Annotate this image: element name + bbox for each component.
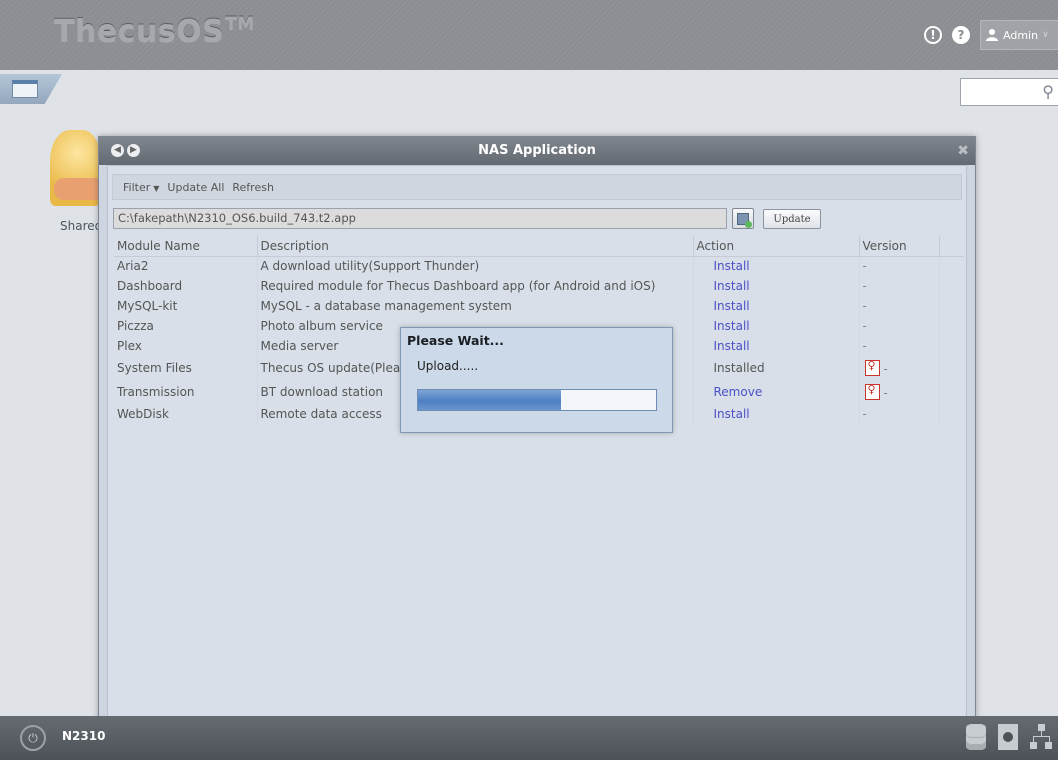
forward-icon[interactable]: ▶ bbox=[127, 144, 140, 157]
installed-status: Installed bbox=[692, 356, 859, 380]
table-row[interactable]: Aria2 A download utility(Support Thunder… bbox=[114, 256, 964, 276]
user-icon bbox=[986, 29, 998, 41]
update-button[interactable]: Update bbox=[763, 209, 821, 229]
brand-logo: ThecusOSTM bbox=[54, 14, 255, 49]
toolbar: Filter ▼ Update All Refresh bbox=[112, 174, 962, 200]
back-icon[interactable]: ◀ bbox=[111, 144, 124, 157]
col-version[interactable]: Version bbox=[858, 236, 939, 257]
user-name: Admin bbox=[1003, 28, 1039, 42]
row-spacer bbox=[938, 356, 964, 380]
install-link[interactable]: Install bbox=[692, 276, 859, 296]
desktop-tab[interactable] bbox=[0, 74, 62, 104]
user-menu[interactable]: Admin ∨ bbox=[980, 20, 1058, 50]
module-name: WebDisk bbox=[117, 407, 169, 421]
upload-progress-bar bbox=[417, 389, 657, 411]
power-icon[interactable]: ⏻ bbox=[20, 725, 46, 751]
please-wait-dialog: Please Wait... Upload..... bbox=[400, 327, 673, 433]
col-action[interactable]: Action bbox=[692, 236, 859, 257]
row-spacer bbox=[938, 296, 964, 316]
module-version-cell: - bbox=[858, 356, 939, 380]
network-icon[interactable] bbox=[1030, 724, 1052, 750]
module-version: - bbox=[858, 256, 939, 276]
system-tray bbox=[966, 724, 1052, 750]
module-name: Aria2 bbox=[117, 259, 149, 274]
module-name: System Files bbox=[117, 361, 192, 375]
help-icon[interactable]: ? bbox=[952, 26, 970, 44]
update-all-button[interactable]: Update All bbox=[167, 181, 224, 194]
refresh-button[interactable]: Refresh bbox=[232, 181, 274, 194]
module-name: MySQL-kit bbox=[117, 299, 178, 313]
desktop-search[interactable]: ⚲ bbox=[960, 78, 1058, 106]
device-name: N2310 bbox=[62, 729, 106, 743]
install-link[interactable]: Install bbox=[692, 316, 859, 336]
table-header: Module Name Description Action Version bbox=[114, 236, 964, 257]
taskbar: ⏻ N2310 bbox=[0, 716, 1058, 760]
dialog-message: Upload..... bbox=[417, 359, 479, 373]
module-version: - bbox=[858, 336, 939, 356]
row-spacer bbox=[938, 404, 964, 424]
search-icon: ⚲ bbox=[1042, 82, 1054, 101]
close-icon[interactable]: ✖ bbox=[957, 137, 969, 165]
module-version: - bbox=[883, 386, 888, 400]
col-spacer bbox=[938, 236, 964, 257]
col-module-name[interactable]: Module Name bbox=[114, 236, 257, 257]
media-icon[interactable] bbox=[998, 724, 1018, 750]
chevron-down-icon: ∨ bbox=[1042, 30, 1049, 40]
install-link[interactable]: Install bbox=[692, 404, 859, 424]
upload-progress-fill bbox=[418, 390, 561, 410]
install-link[interactable]: Install bbox=[692, 256, 859, 276]
module-version: - bbox=[858, 404, 939, 424]
module-version: - bbox=[858, 316, 939, 336]
module-version: - bbox=[883, 362, 888, 376]
window-titlebar[interactable]: ◀ ▶ NAS Application ✖ bbox=[99, 137, 975, 165]
top-bar: ThecusOSTM ! ? Admin ∨ bbox=[0, 0, 1058, 70]
module-name: Plex bbox=[117, 339, 142, 353]
top-right-controls: ! ? Admin ∨ bbox=[924, 20, 1058, 50]
row-spacer bbox=[938, 380, 964, 404]
storage-icon[interactable] bbox=[966, 724, 986, 750]
shared-hand-icon bbox=[54, 178, 100, 200]
row-spacer bbox=[938, 256, 964, 276]
install-link[interactable]: Install bbox=[692, 296, 859, 316]
col-description[interactable]: Description bbox=[256, 236, 693, 257]
notification-icon[interactable]: ! bbox=[924, 26, 942, 44]
row-spacer bbox=[938, 336, 964, 356]
module-description: A download utility(Support Thunder) bbox=[256, 256, 693, 276]
module-name: Transmission bbox=[117, 385, 195, 399]
window-title: NAS Application bbox=[478, 143, 596, 158]
module-version: - bbox=[858, 276, 939, 296]
pdf-icon[interactable] bbox=[864, 359, 880, 376]
calendar-icon bbox=[12, 80, 38, 98]
shared-folder-label: Shared bbox=[60, 219, 103, 233]
module-version-cell: - bbox=[858, 380, 939, 404]
file-path-field[interactable]: C:\fakepath\N2310_OS6.build_743.t2.app bbox=[113, 208, 727, 229]
module-name: Piczza bbox=[117, 319, 154, 333]
browse-file-icon bbox=[737, 212, 752, 228]
module-version: - bbox=[858, 296, 939, 316]
window-body: Filter ▼ Update All Refresh C:\fakepath\N… bbox=[107, 165, 967, 753]
row-spacer bbox=[938, 276, 964, 296]
dialog-title: Please Wait... bbox=[407, 333, 504, 348]
module-name: Dashboard bbox=[117, 279, 183, 293]
table-row[interactable]: Dashboard Required module for Thecus Das… bbox=[114, 276, 964, 296]
module-description: Required module for Thecus Dashboard app… bbox=[256, 276, 693, 296]
browse-button[interactable] bbox=[732, 208, 754, 229]
nas-application-window: ◀ ▶ NAS Application ✖ Filter ▼ Update All… bbox=[98, 136, 976, 760]
remove-link[interactable]: Remove bbox=[692, 380, 859, 404]
install-link[interactable]: Install bbox=[692, 336, 859, 356]
filter-menu[interactable]: Filter ▼ bbox=[123, 181, 159, 194]
module-description: MySQL - a database management system bbox=[256, 296, 693, 316]
caret-down-icon: ▼ bbox=[153, 183, 160, 193]
pdf-icon[interactable] bbox=[864, 383, 880, 400]
table-row[interactable]: MySQL-kit MySQL - a database management … bbox=[114, 296, 964, 316]
row-spacer bbox=[938, 316, 964, 336]
